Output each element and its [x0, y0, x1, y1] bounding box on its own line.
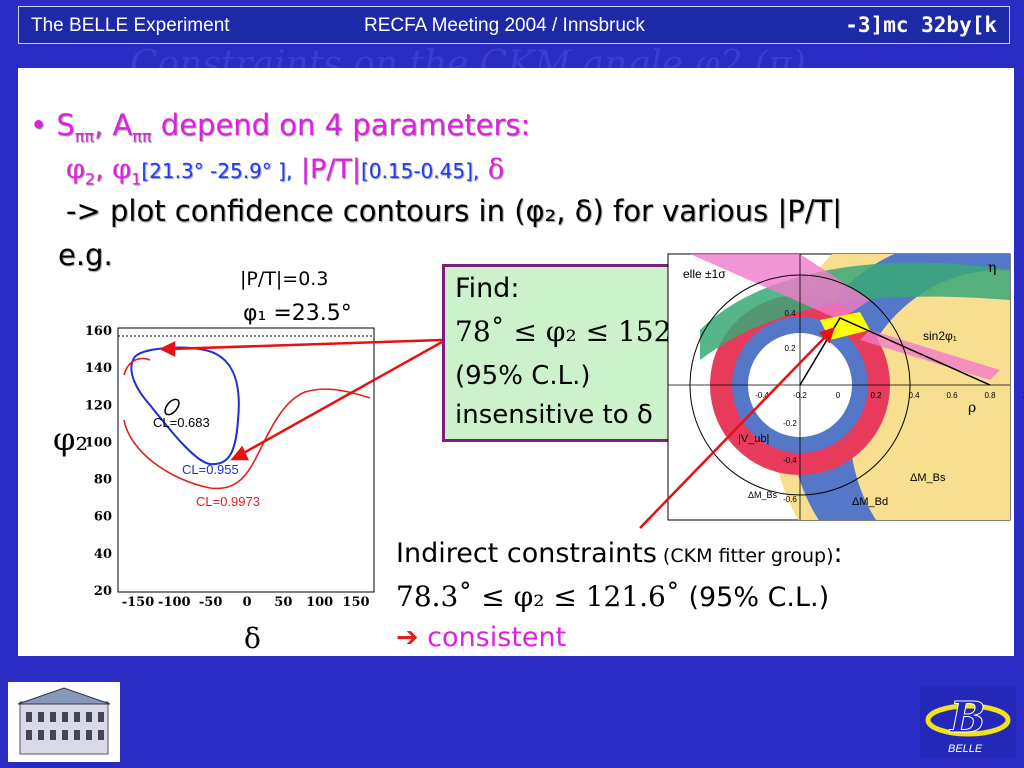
svg-text:BELLE: BELLE — [948, 743, 983, 755]
x-tick-label: -100 — [158, 595, 191, 610]
building-logo-icon — [8, 682, 120, 762]
contour-plot: 20 40 60 80 100 120 140 160 -150 -100 -50 0 50 100 15… — [85, 324, 375, 610]
dmbs-label-2: ΔM_Bs — [748, 490, 778, 500]
y-tick-label: 160 — [85, 324, 112, 339]
x-tick-label: 150 — [342, 595, 369, 610]
y-tick-label: 100 — [85, 435, 112, 450]
ckm-plot: elle ±1σ η ρ sin2φ₁ |V_ub| ΔM_Bs ΔM_Bs Δ… — [667, 253, 1024, 521]
sin2phi1-label: sin2φ₁ — [923, 329, 957, 343]
y-tick-label: 120 — [85, 398, 112, 413]
y-tick-label: 60 — [94, 510, 112, 525]
ckm-x-tick: 0.6 — [946, 391, 958, 400]
belle-legend: elle ±1σ — [683, 267, 726, 281]
svg-text:B: B — [949, 693, 986, 742]
x-tick-label: 100 — [306, 595, 333, 610]
ckm-x-tick: 0 — [836, 391, 841, 400]
vub-label: |V_ub| — [738, 433, 769, 445]
ckm-y-tick: 0.2 — [784, 344, 796, 353]
x-tick-label: -50 — [199, 595, 223, 610]
ckm-y-tick: 0.4 — [784, 309, 796, 318]
y-tick-label: 80 — [94, 473, 112, 488]
ckm-x-tick: 0.4 — [908, 391, 920, 400]
graphics-overlay: 20 40 60 80 100 120 140 160 -150 -100 -50 0 50 100 15… — [85, 253, 1024, 610]
eta-label: η — [988, 260, 996, 276]
contour-yticks: 20 40 60 80 100 120 140 160 — [85, 324, 112, 599]
cl-9973-label: CL=0.9973 — [196, 494, 260, 509]
y-tick-label: 20 — [94, 584, 112, 599]
x-tick-label: -150 — [122, 595, 155, 610]
ckm-y-tick: -0.6 — [783, 495, 797, 504]
ckm-y-tick: -0.4 — [783, 456, 797, 465]
ckm-x-tick: 0.8 — [984, 391, 996, 400]
dmbs-label-1: ΔM_Bs — [910, 472, 946, 484]
rho-label: ρ — [968, 400, 976, 416]
x-tick-label: 0 — [242, 595, 251, 610]
contour-xticks: -150 -100 -50 0 50 100 150 — [122, 595, 370, 610]
ckm-y-tick: -0.2 — [783, 419, 797, 428]
ckm-x-tick: -0.2 — [793, 391, 807, 400]
y-tick-label: 40 — [94, 547, 112, 562]
y-tick-label: 140 — [85, 361, 112, 376]
cl-955-label: CL=0.955 — [182, 462, 239, 477]
dmbd-label: ΔM_Bd — [852, 496, 888, 508]
cl-683-label: CL=0.683 — [153, 415, 210, 430]
ckm-x-tick: 0.2 — [870, 391, 882, 400]
x-tick-label: 50 — [274, 595, 292, 610]
belle-logo-icon: B BELLE — [920, 686, 1016, 758]
